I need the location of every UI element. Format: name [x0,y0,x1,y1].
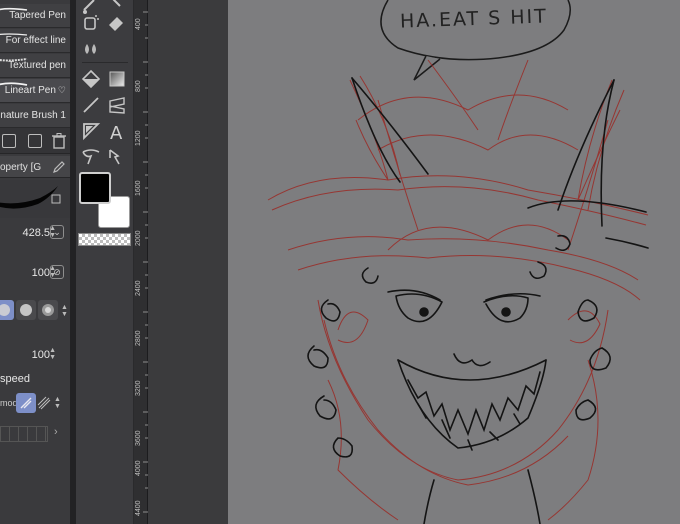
brush-item-lineart-pen[interactable]: Lineart Pen ♡ [0,79,70,103]
brush-size-row[interactable]: 428.5 ▲ ▼ ⌄ [0,222,70,244]
subtool-actions-bar [0,128,70,154]
balloon-icon[interactable] [80,146,102,168]
brush-label: Lineart Pen ♡ [5,85,66,96]
main-color-swatch[interactable] [79,172,111,204]
lock-icon[interactable] [51,194,61,204]
stepper-caret-icon[interactable]: ▲ ▼ [54,396,61,410]
brush-item-tapered-pen[interactable]: Tapered Pen [0,4,70,28]
pressure-toggle-button[interactable]: ⌄ [50,225,64,239]
raster-stroke-icon [37,396,51,410]
blend-icon[interactable] [80,38,102,60]
transparent-color-swatch[interactable] [78,233,131,246]
eraser-icon[interactable] [106,12,128,34]
tool-divider [82,62,128,63]
pencil-icon[interactable] [52,160,66,174]
ruler-label: 2000 [135,230,142,246]
stabilization-row[interactable]: 100 ▲ ▼ [0,344,70,366]
frame-border-icon[interactable] [80,120,102,142]
stabilization-value[interactable]: 100 [32,349,50,361]
ruler-label: 1200 [135,130,142,146]
opacity-value[interactable]: 100 [32,267,50,279]
duplicate-icon[interactable] [28,134,42,148]
brush-label-text: Lineart Pen [4,85,56,96]
brush-label: Textured pen [8,60,66,71]
brush-item-nature-brush[interactable]: nature Brush 1 [0,104,70,128]
brush-stroke-preview [0,186,61,209]
speed-label: speed [0,373,30,385]
segment-bar: › [0,424,70,444]
brush-property-panel: Tapered Pen For effect line Textured pen… [0,0,70,524]
tip-option[interactable] [16,300,36,320]
ruler-label: 3600 [135,430,142,446]
ruler-label: 1600 [135,180,142,196]
brush-label: nature Brush 1 [0,110,66,121]
stepper-caret-icon[interactable]: ▲ ▼ [49,347,56,361]
line-icon[interactable] [80,94,102,116]
drawing-canvas[interactable]: HA.EAT S HIT [228,0,680,524]
text-icon[interactable]: A [106,120,128,142]
stepper-caret-icon[interactable]: ▲ ▼ [61,304,68,318]
speech-bubble-tail [413,55,441,81]
ruler-label: 800 [135,80,142,92]
artwork [267,0,649,524]
vertical-ruler: 400 800 1200 1600 2000 2400 2800 3200 36… [134,0,148,524]
brush-tip-selector: ▲ ▼ [0,296,70,324]
chevron-right-icon[interactable]: › [54,426,58,438]
svg-text:A: A [110,123,123,142]
heart-icon[interactable]: ♡ [58,85,66,95]
gradient-icon[interactable] [106,68,128,90]
correct-line-icon[interactable] [106,146,128,168]
fill-bucket-icon[interactable] [80,68,102,90]
brush-item-effect-line[interactable]: For effect line [0,29,70,53]
mode-label: mod [0,398,18,408]
brush-label: Tapered Pen [9,10,66,21]
tool-panel: A [76,0,134,524]
airbrush-icon[interactable] [80,12,102,34]
tool-property-header: operty [G [0,156,70,178]
tip-option[interactable] [38,300,58,320]
trash-icon[interactable] [52,133,66,149]
segment-slider[interactable] [0,426,48,442]
mode-option-selected[interactable] [16,393,36,413]
ruler-label: 4400 [135,500,142,516]
ruler-label: 2400 [135,280,142,296]
tool-property-title: operty [G [0,162,42,173]
ruler-label: 400 [135,18,142,30]
brush-size-value[interactable]: 428.5 [22,227,50,239]
tip-option-selected[interactable] [0,300,14,320]
vector-stroke-icon [20,397,32,409]
mode-row: mod ▲ ▼ [0,392,70,414]
opacity-row[interactable]: 100 ▲ ▼ ⊘ [0,262,70,284]
brush-size-preview [0,180,70,218]
brush-label: For effect line [5,35,66,46]
mode-option[interactable] [37,393,51,413]
ruler-tool-icon[interactable] [106,94,128,116]
pressure-toggle-button[interactable]: ⊘ [50,265,64,279]
import-icon[interactable] [2,134,16,148]
ruler-label: 4000 [135,460,142,476]
ruler-label: 2800 [135,330,142,346]
canvas-pasteboard[interactable] [148,0,228,524]
brush-item-textured-pen[interactable]: Textured pen [0,54,70,78]
ruler-label: 3200 [135,380,142,396]
